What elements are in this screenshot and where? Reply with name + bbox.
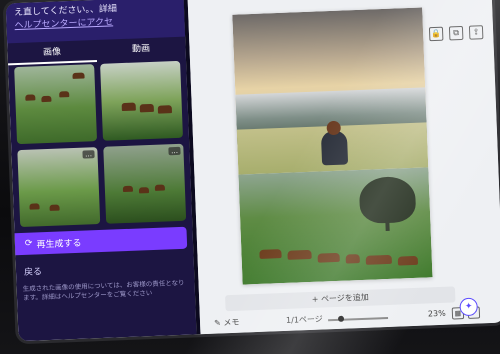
fine-print: 生成された画像の使用については、お客様の責任となります。詳細はヘルプセンターをご…: [22, 278, 185, 303]
regenerate-label: 再生成する: [36, 238, 82, 250]
more-options-icon[interactable]: …: [168, 146, 181, 156]
header-text: え直してください。: [13, 5, 91, 19]
result-thumbnail[interactable]: …: [17, 147, 101, 228]
design-page[interactable]: [232, 7, 433, 285]
horse-figure: [317, 252, 340, 263]
help-suffix: 、詳細: [89, 4, 118, 16]
result-thumbnail[interactable]: [14, 64, 98, 145]
horse-figure: [345, 254, 360, 264]
tab-images[interactable]: 画像: [7, 40, 98, 66]
copy-icon[interactable]: ⧉: [448, 25, 464, 41]
tab-videos[interactable]: 動画: [96, 37, 186, 62]
horse-figure: [397, 255, 419, 266]
back-button[interactable]: 戻る: [24, 264, 42, 278]
notes-icon: ✎: [213, 318, 221, 328]
painting-person: [320, 120, 349, 166]
result-grid: … …: [14, 60, 187, 228]
zoom-level[interactable]: 23%: [428, 309, 446, 319]
tablet-screen: え直してください。、詳細 ヘルプセンターにアクセ 画像 動画 … … ⟳ 再生成…: [5, 0, 500, 342]
zoom-slider-handle[interactable]: [337, 315, 345, 322]
lock-icon[interactable]: 🔒: [428, 26, 444, 42]
refresh-icon: ⟳: [24, 238, 33, 249]
horse-figure: [365, 254, 392, 265]
horse-figure: [287, 249, 312, 260]
share-icon[interactable]: ⇪: [468, 25, 484, 40]
page-count[interactable]: 1/1ページ: [286, 314, 323, 326]
tree-trunk: [385, 216, 390, 232]
editor-area: 🔒 ⧉ ⇪ + ページを追加 ✎ メモ 1/1ページ 23% ▦ ⤢ ✦: [187, 0, 500, 335]
horse-figure: [259, 249, 282, 259]
notes-button[interactable]: ✎ メモ: [214, 317, 240, 329]
generation-panel: え直してください。、詳細 ヘルプセンターにアクセ 画像 動画 … … ⟳ 再生成…: [5, 0, 197, 342]
more-options-icon[interactable]: …: [82, 150, 95, 159]
result-thumbnail[interactable]: …: [103, 143, 187, 224]
notes-label: メモ: [223, 317, 240, 328]
regenerate-button[interactable]: ⟳ 再生成する: [14, 226, 188, 256]
help-center-link[interactable]: ヘルプセンターにアクセ: [14, 17, 113, 31]
page-toolbar: 🔒 ⧉ ⇪: [428, 25, 484, 42]
result-thumbnail[interactable]: [100, 60, 183, 141]
